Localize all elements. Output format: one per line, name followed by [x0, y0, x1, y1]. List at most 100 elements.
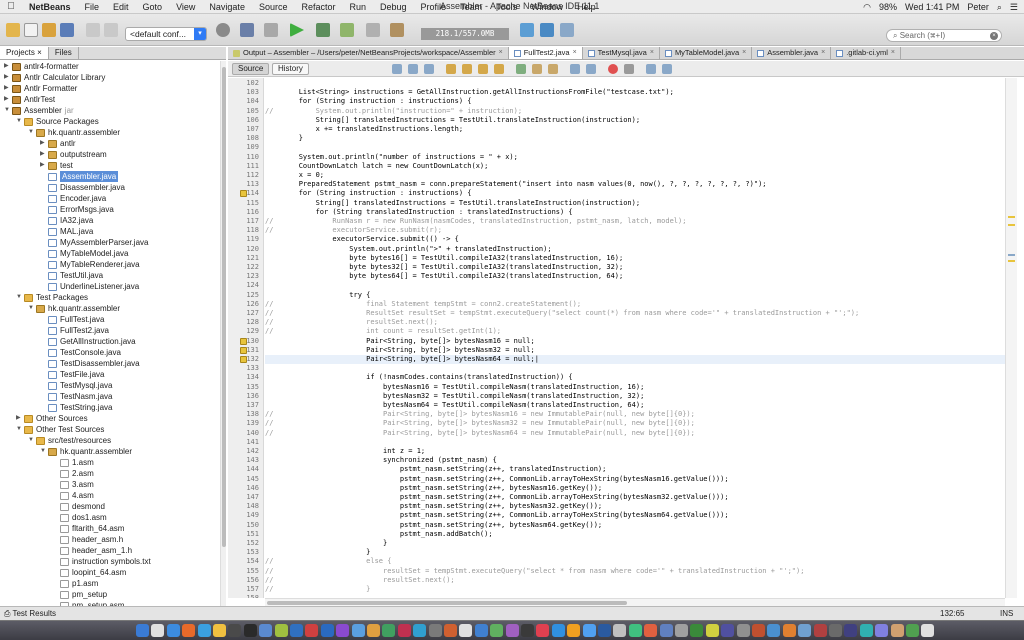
- code-line[interactable]: for (String instruction : instructions) …: [265, 189, 472, 198]
- dock-app-icon[interactable]: [336, 624, 350, 637]
- tree-item[interactable]: ▶ Antlr Formatter: [4, 83, 77, 94]
- dock-app-icon[interactable]: [736, 624, 750, 637]
- collapsed-arrow-icon[interactable]: ▶: [4, 83, 12, 94]
- menu-list-icon[interactable]: ☰: [1010, 2, 1018, 13]
- tree-item[interactable]: Disassembler.java: [40, 182, 125, 193]
- tree-item[interactable]: FullTest.java: [40, 314, 104, 325]
- tree-item[interactable]: ▶ test: [40, 160, 73, 171]
- code-line[interactable]: pstmt_nasm.addBatch();: [265, 530, 493, 539]
- dock-app-icon[interactable]: [228, 624, 242, 637]
- code-line[interactable]: bytesNasm64 = TestUtil.compileNasm(trans…: [265, 401, 644, 410]
- dock-app-icon[interactable]: [752, 624, 765, 637]
- tree-item[interactable]: ▶ Other Sources: [16, 413, 88, 424]
- warning-icon[interactable]: [240, 356, 247, 363]
- code-line[interactable]: // else {: [265, 557, 391, 566]
- tab-projects[interactable]: Projects ×: [0, 47, 49, 59]
- next-bookmark-icon[interactable]: [548, 64, 558, 74]
- tree-item[interactable]: ▼ hk.quantr.assembler: [28, 127, 120, 138]
- source-button[interactable]: Source: [232, 63, 270, 75]
- toggle-rect-selection-icon[interactable]: [516, 64, 526, 74]
- close-icon[interactable]: ×: [821, 47, 825, 59]
- code-line[interactable]: executorService.submit(() -> {: [265, 235, 458, 244]
- warning-marker[interactable]: [1008, 260, 1015, 262]
- editor-tab[interactable]: .gitlab-ci.yml ×: [831, 47, 901, 59]
- code-line[interactable]: try {: [265, 291, 370, 300]
- redo-icon[interactable]: [104, 23, 118, 37]
- tree-item[interactable]: p1.asm: [52, 578, 98, 589]
- close-icon[interactable]: ×: [573, 47, 577, 59]
- menu-refactor[interactable]: Refactor: [294, 2, 342, 12]
- expanded-arrow-icon[interactable]: ▼: [40, 446, 48, 457]
- dock-app-icon[interactable]: [259, 624, 273, 637]
- dock-app-icon[interactable]: [767, 624, 781, 637]
- dock-app-icon[interactable]: [890, 624, 904, 637]
- tree-item[interactable]: Encoder.java: [40, 193, 106, 204]
- tree-item[interactable]: desmond: [52, 501, 105, 512]
- dock-app-icon[interactable]: [413, 624, 427, 637]
- code-line[interactable]: for (String instruction : instructions) …: [265, 97, 472, 106]
- code-line[interactable]: // Pair<String, byte[]> bytesNasm16 = ne…: [265, 410, 695, 419]
- code-line[interactable]: // RunNasm r = new RunNasm(nasmCodes, tr…: [265, 217, 686, 226]
- history-icon[interactable]: [560, 23, 574, 37]
- profile-icon[interactable]: [340, 23, 354, 37]
- apple-icon[interactable]: : [0, 1, 22, 12]
- wifi-icon[interactable]: ◠: [863, 2, 871, 13]
- comment-icon[interactable]: [646, 64, 656, 74]
- code-line[interactable]: pstmt_nasm.setString(z++, bytesNasm16.ge…: [265, 484, 602, 493]
- code-line[interactable]: Pair<String, byte[]> bytesNasm16 = null;: [265, 337, 535, 346]
- dock-app-icon[interactable]: [567, 624, 581, 637]
- tree-item[interactable]: ▼ src/test/resources: [28, 435, 111, 446]
- menu-source[interactable]: Source: [252, 2, 295, 12]
- tree-item[interactable]: ▶ AntlrTest: [4, 94, 55, 105]
- project-tree-scrollbar[interactable]: [220, 61, 226, 606]
- previous-bookmark-icon[interactable]: [532, 64, 542, 74]
- shift-right-icon[interactable]: [586, 64, 596, 74]
- code-line[interactable]: byte bytes16[] = TestUtil.compileIA32(tr…: [265, 254, 623, 263]
- tree-item[interactable]: header_asm.h: [52, 534, 123, 545]
- collapsed-arrow-icon[interactable]: ▶: [4, 61, 12, 72]
- menu-goto[interactable]: Goto: [136, 2, 170, 12]
- new-file-icon[interactable]: [24, 23, 38, 37]
- dock-app-icon[interactable]: [721, 624, 735, 637]
- tree-item[interactable]: UnderlineListener.java: [40, 281, 139, 292]
- dock-app-icon[interactable]: [213, 624, 226, 637]
- dock-app-icon[interactable]: [290, 624, 303, 637]
- tree-item[interactable]: ▶ antlr4-formatter: [4, 61, 79, 72]
- dock-app-icon[interactable]: [197, 624, 211, 637]
- editor-tab[interactable]: Output – Assembler – /Users/peter/NetBea…: [228, 47, 509, 59]
- dock-app-icon[interactable]: [367, 624, 380, 637]
- dock-app-icon[interactable]: [459, 624, 473, 637]
- expanded-arrow-icon[interactable]: ▼: [28, 303, 36, 314]
- menu-debug[interactable]: Debug: [373, 2, 414, 12]
- code-line[interactable]: }: [265, 134, 303, 143]
- editor-tab[interactable]: TestMysql.java ×: [583, 47, 660, 59]
- tree-item[interactable]: 2.asm: [52, 468, 94, 479]
- tree-item[interactable]: instruction symbols.txt: [52, 556, 151, 567]
- code-line[interactable]: byte bytes64[] = TestUtil.compileIA32(tr…: [265, 272, 623, 281]
- editor-vertical-scrollbar[interactable]: [1005, 78, 1017, 598]
- tree-item[interactable]: MAL.java: [40, 226, 93, 237]
- dock-app-icon[interactable]: [551, 624, 565, 637]
- dock-app-icon[interactable]: [690, 624, 704, 637]
- code-line[interactable]: // resultSet.next();: [265, 576, 455, 585]
- menu-file[interactable]: File: [78, 2, 107, 12]
- tree-item[interactable]: TestConsole.java: [40, 347, 121, 358]
- code-line[interactable]: pstmt_nasm.setString(z++, CommonLib.arra…: [265, 475, 729, 484]
- code-line[interactable]: // Pair<String, byte[]> bytesNasm64 = ne…: [265, 429, 695, 438]
- code-line[interactable]: // resultSet = tempStmt.executeQuery("se…: [265, 567, 804, 576]
- code-line[interactable]: // int count = resultSet.getInt(1);: [265, 327, 501, 336]
- warning-icon[interactable]: [240, 337, 247, 345]
- tree-item[interactable]: TestDisassembler.java: [40, 358, 140, 369]
- tree-item[interactable]: ▼ hk.quantr.assembler: [28, 303, 120, 314]
- code-line[interactable]: // resultSet.next();: [265, 318, 438, 327]
- battery-level[interactable]: 98%: [879, 2, 897, 12]
- expanded-arrow-icon[interactable]: ▼: [28, 127, 36, 138]
- forward-icon[interactable]: [424, 64, 434, 74]
- expanded-arrow-icon[interactable]: ▼: [16, 116, 24, 127]
- tab-files[interactable]: Files: [49, 47, 79, 59]
- code-line[interactable]: bytesNasm16 = TestUtil.compileNasm(trans…: [265, 383, 644, 392]
- collapsed-arrow-icon[interactable]: ▶: [40, 138, 48, 149]
- code-line[interactable]: pstmt_nasm.setString(z++, CommonLib.arra…: [265, 511, 729, 520]
- new-project-icon[interactable]: [6, 23, 20, 37]
- tree-item[interactable]: 3.asm: [52, 479, 94, 490]
